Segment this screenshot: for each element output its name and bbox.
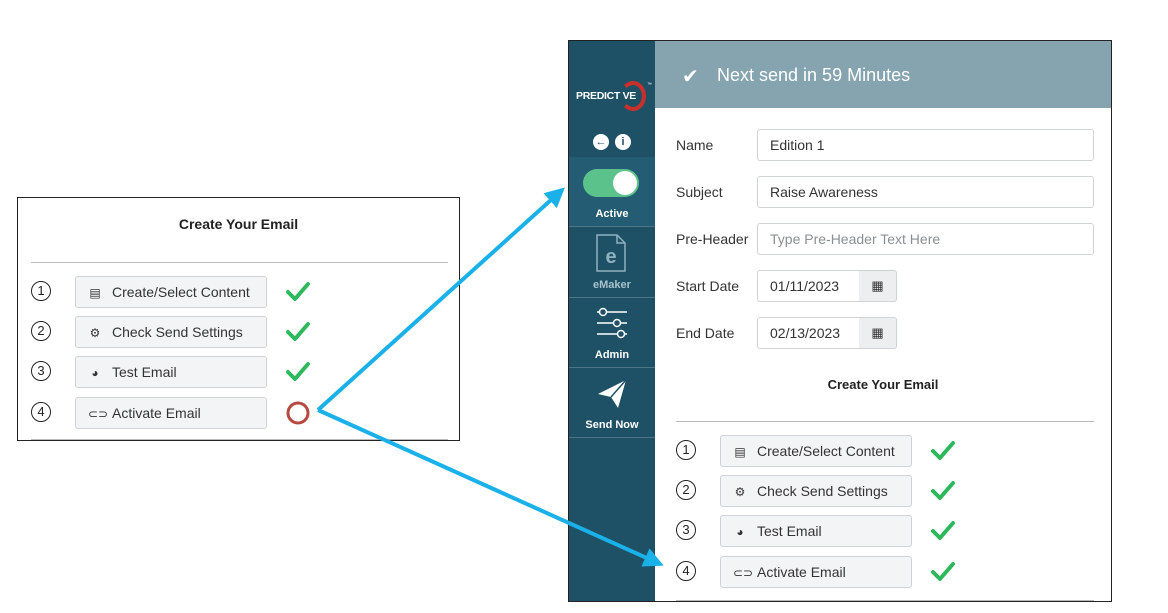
callout-step-4: 4 ⊂⊃ Activate Email xyxy=(31,397,331,429)
activate-email-button[interactable]: ⊂⊃ Activate Email xyxy=(75,397,267,429)
sidebar-item-label: Admin xyxy=(594,349,630,361)
field-label: End Date xyxy=(676,325,735,341)
step-number: 4 xyxy=(31,402,51,422)
sidebar: PREDICT VE ™ ← i Active e eMaker Admin S… xyxy=(569,41,655,601)
test-email-button[interactable]: ◕ Test Email xyxy=(720,515,912,547)
sliders-icon xyxy=(597,307,627,339)
app-window: PREDICT VE ™ ← i Active e eMaker Admin S… xyxy=(568,40,1112,602)
callout-step-3: 3 ◕ Test Email xyxy=(31,356,331,388)
create-email-title: Create Your Email xyxy=(827,377,939,392)
back-arrow-icon[interactable]: ← xyxy=(593,134,609,150)
button-label: Activate Email xyxy=(757,564,846,580)
step-number: 2 xyxy=(31,321,51,341)
step-number: 1 xyxy=(676,440,696,460)
sidebar-item-emaker[interactable]: e eMaker xyxy=(569,227,655,298)
divider xyxy=(676,600,1094,601)
name-row: Name xyxy=(676,129,1096,161)
predictive-logo: PREDICT VE ™ xyxy=(573,79,653,119)
gear-icon: ⚙ xyxy=(89,326,101,340)
divider xyxy=(31,262,448,263)
calendar-grid-icon[interactable]: ▦ xyxy=(859,317,897,349)
main-panel: ✔ Next send in 59 Minutes Name Subject P… xyxy=(655,41,1111,601)
create-select-content-button[interactable]: ▤ Create/Select Content xyxy=(720,435,912,467)
callout-step-2: 2 ⚙ Check Send Settings xyxy=(31,316,331,348)
field-label: Pre-Header xyxy=(676,231,749,247)
check-icon xyxy=(931,562,955,581)
check-send-settings-button[interactable]: ⚙ Check Send Settings xyxy=(720,475,912,507)
check-send-settings-button[interactable]: ⚙ Check Send Settings xyxy=(75,316,267,348)
check-icon xyxy=(286,362,310,381)
next-send-banner: ✔ Next send in 59 Minutes xyxy=(655,41,1111,108)
button-label: Create/Select Content xyxy=(112,284,250,300)
check-icon xyxy=(931,441,955,460)
toggle-icon: ⊂⊃ xyxy=(733,566,754,580)
field-label: Subject xyxy=(676,184,723,200)
emaker-document-icon: e xyxy=(596,234,626,272)
field-label: Start Date xyxy=(676,278,740,294)
start-date-row: Start Date ▦ xyxy=(676,270,916,302)
check-icon xyxy=(286,322,310,341)
step-1: 1 ▤ Create/Select Content xyxy=(676,435,976,467)
sidebar-item-active[interactable]: Active xyxy=(569,157,655,227)
create-select-content-button[interactable]: ▤ Create/Select Content xyxy=(75,276,267,308)
button-label: Activate Email xyxy=(112,405,201,421)
check-icon xyxy=(286,282,310,301)
test-email-button[interactable]: ◕ Test Email xyxy=(75,356,267,388)
button-label: Check Send Settings xyxy=(757,483,888,499)
step-2: 2 ⚙ Check Send Settings xyxy=(676,475,976,507)
callout-title: Create Your Email xyxy=(178,216,299,232)
subject-row: Subject xyxy=(676,176,1096,208)
divider xyxy=(31,439,448,440)
sidebar-item-label: eMaker xyxy=(593,279,631,291)
sidebar-item-label: Active xyxy=(595,208,629,220)
step-3: 3 ◕ Test Email xyxy=(676,515,976,547)
button-label: Check Send Settings xyxy=(112,324,243,340)
calendar-grid-icon[interactable]: ▦ xyxy=(859,270,897,302)
banner-text: Next send in 59 Minutes xyxy=(717,65,911,85)
start-date-input[interactable] xyxy=(757,270,860,302)
step-number: 3 xyxy=(31,361,51,381)
globe-icon: ◕ xyxy=(736,525,744,539)
svg-text:e: e xyxy=(605,246,616,268)
step-4: 4 ⊂⊃ Activate Email xyxy=(676,556,976,588)
paper-plane-icon xyxy=(598,379,627,408)
gear-icon: ⚙ xyxy=(734,485,746,499)
step-number: 3 xyxy=(676,520,696,540)
sidebar-item-send-now[interactable]: Send Now xyxy=(569,368,655,438)
step-number: 1 xyxy=(31,281,51,301)
file-icon: ▤ xyxy=(734,445,746,459)
sidebar-item-label: Send Now xyxy=(585,419,639,431)
step-number: 4 xyxy=(676,561,696,581)
step-number: 2 xyxy=(676,480,696,500)
pre-header-row: Pre-Header xyxy=(676,223,1096,255)
check-icon xyxy=(931,521,955,540)
file-icon: ▤ xyxy=(89,286,101,300)
button-label: Create/Select Content xyxy=(757,443,895,459)
pending-circle-icon xyxy=(286,401,310,425)
name-input[interactable] xyxy=(757,129,1094,161)
end-date-row: End Date ▦ xyxy=(676,317,916,349)
check-icon: ✔ xyxy=(682,66,699,88)
end-date-input[interactable] xyxy=(757,317,860,349)
callout-panel: Create Your Email 1 ▤ Create/Select Conte… xyxy=(17,197,460,441)
pre-header-input[interactable] xyxy=(757,223,1094,255)
globe-icon: ◕ xyxy=(91,366,99,380)
callout-step-1: 1 ▤ Create/Select Content xyxy=(31,276,331,308)
activate-email-button[interactable]: ⊂⊃ Activate Email xyxy=(720,556,912,588)
subject-input[interactable] xyxy=(757,176,1094,208)
button-label: Test Email xyxy=(112,364,177,380)
check-icon xyxy=(931,481,955,500)
divider xyxy=(676,421,1094,422)
active-toggle-switch[interactable] xyxy=(583,169,639,197)
toggle-icon: ⊂⊃ xyxy=(88,407,109,421)
field-label: Name xyxy=(676,137,714,153)
sidebar-item-admin[interactable]: Admin xyxy=(569,298,655,368)
info-icon[interactable]: i xyxy=(615,134,631,150)
button-label: Test Email xyxy=(757,523,822,539)
